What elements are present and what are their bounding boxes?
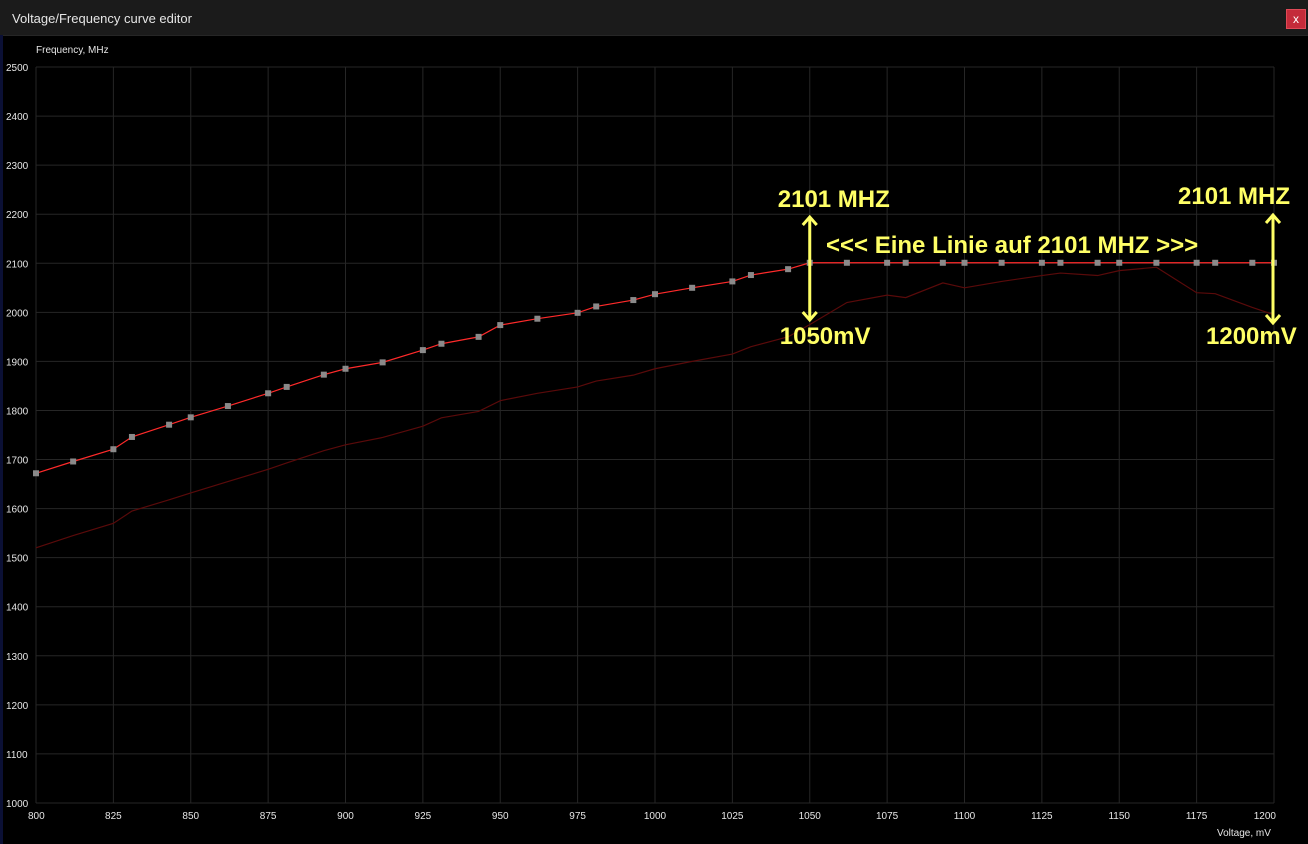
grid	[35, 66, 1275, 804]
x-tick-labels: 800 825 850 875 900 925 950 975 1000 1025 1050 1075…	[28, 811, 1276, 822]
curve-point[interactable]	[110, 446, 117, 453]
y-tick-label: 1300	[6, 652, 29, 663]
curve-point[interactable]	[1057, 259, 1064, 266]
x-tick-label: 1025	[721, 811, 744, 822]
y-tick-label: 1100	[6, 750, 28, 761]
y-tick-label: 2100	[6, 259, 29, 270]
x-tick-label: 1200	[1254, 811, 1277, 822]
curve-point[interactable]	[320, 371, 327, 378]
curve-point[interactable]	[438, 340, 445, 347]
curve-point[interactable]	[689, 284, 696, 291]
curve-point[interactable]	[224, 403, 231, 410]
x-tick-label: 1075	[876, 811, 899, 822]
curve-point[interactable]	[902, 259, 909, 266]
y-tick-label: 1900	[6, 357, 29, 368]
x-tick-label: 900	[337, 811, 354, 822]
curve-point[interactable]	[1094, 259, 1101, 266]
curve-point[interactable]	[1212, 259, 1219, 266]
curve-point[interactable]	[729, 278, 736, 285]
curve-point[interactable]	[497, 322, 504, 329]
curve-point[interactable]	[630, 297, 637, 304]
curve-point[interactable]	[961, 259, 968, 266]
y-tick-label: 2000	[6, 308, 29, 319]
annotation-label: <<< Eine Linie auf 2101 MHZ >>>	[826, 232, 1198, 259]
curve-point[interactable]	[475, 333, 482, 340]
x-tick-label: 1000	[644, 811, 667, 822]
y-tick-label: 1000	[6, 799, 29, 810]
y-tick-label: 2300	[6, 161, 29, 172]
annotations: 2101 MHZ 1050mV <<< Eine Linie auf 2101 MH…	[778, 183, 1297, 350]
y-axis-label: Frequency, MHz	[36, 45, 109, 56]
curve-point[interactable]	[747, 272, 754, 279]
x-tick-label: 875	[260, 811, 277, 822]
y-tick-label: 1400	[6, 603, 29, 614]
curve-point[interactable]	[939, 259, 946, 266]
x-tick-label: 1100	[954, 811, 976, 822]
annotation-label: 2101 MHZ	[1178, 183, 1290, 210]
x-tick-label: 1125	[1031, 811, 1053, 822]
y-tick-label: 2500	[6, 63, 29, 74]
curve-point[interactable]	[128, 433, 135, 440]
x-tick-label: 925	[415, 811, 432, 822]
curve-point[interactable]	[265, 390, 272, 397]
curve-point[interactable]	[843, 259, 850, 266]
curve-point[interactable]	[33, 470, 39, 477]
x-tick-label: 1050	[799, 811, 822, 822]
x-tick-label: 825	[105, 811, 122, 822]
curve-point[interactable]	[785, 266, 792, 273]
y-tick-label: 1500	[6, 554, 29, 565]
annotation-label: 2101 MHZ	[778, 186, 890, 213]
x-tick-label: 800	[28, 811, 45, 822]
y-tick-label: 1600	[6, 505, 29, 516]
curve-point[interactable]	[166, 421, 173, 428]
y-tick-label: 1800	[6, 406, 29, 417]
curve-point[interactable]	[419, 347, 426, 354]
x-tick-label: 975	[569, 811, 586, 822]
annotation-label: 1050mV	[780, 323, 871, 350]
x-axis-label: Voltage, mV	[1217, 828, 1271, 839]
curve-point[interactable]	[1116, 259, 1123, 266]
curve-point[interactable]	[998, 259, 1005, 266]
x-tick-label: 1150	[1108, 811, 1130, 822]
curve-point[interactable]	[1038, 259, 1045, 266]
curve-point[interactable]	[187, 414, 194, 421]
curve-point[interactable]	[1153, 259, 1160, 266]
y-tick-label: 1200	[6, 701, 29, 712]
annotation-label: 1200mV	[1206, 323, 1297, 350]
vf-curve-chart[interactable]: 1000 1100 1200 1300 1400 1500 1600 1700 1800 1900…	[0, 0, 1308, 844]
y-tick-labels: 1000 1100 1200 1300 1400 1500 1600 1700 1800 1900…	[6, 63, 29, 810]
x-tick-label: 1175	[1186, 811, 1208, 822]
x-tick-label: 950	[492, 811, 509, 822]
curve-point[interactable]	[593, 303, 600, 310]
x-tick-label: 850	[182, 811, 199, 822]
curve-point[interactable]	[70, 458, 77, 465]
curve-point[interactable]	[884, 259, 891, 266]
curve-point[interactable]	[283, 383, 290, 390]
curve-point[interactable]	[379, 359, 386, 366]
curve-point[interactable]	[1249, 259, 1256, 266]
y-tick-label: 2400	[6, 112, 29, 123]
curve-point[interactable]	[574, 309, 581, 316]
curve-point[interactable]	[1193, 259, 1200, 266]
curve-point[interactable]	[652, 291, 658, 298]
curve-point[interactable]	[534, 315, 541, 322]
y-tick-label: 1700	[6, 456, 29, 467]
y-tick-label: 2200	[6, 210, 29, 221]
curve-point[interactable]	[342, 365, 349, 372]
